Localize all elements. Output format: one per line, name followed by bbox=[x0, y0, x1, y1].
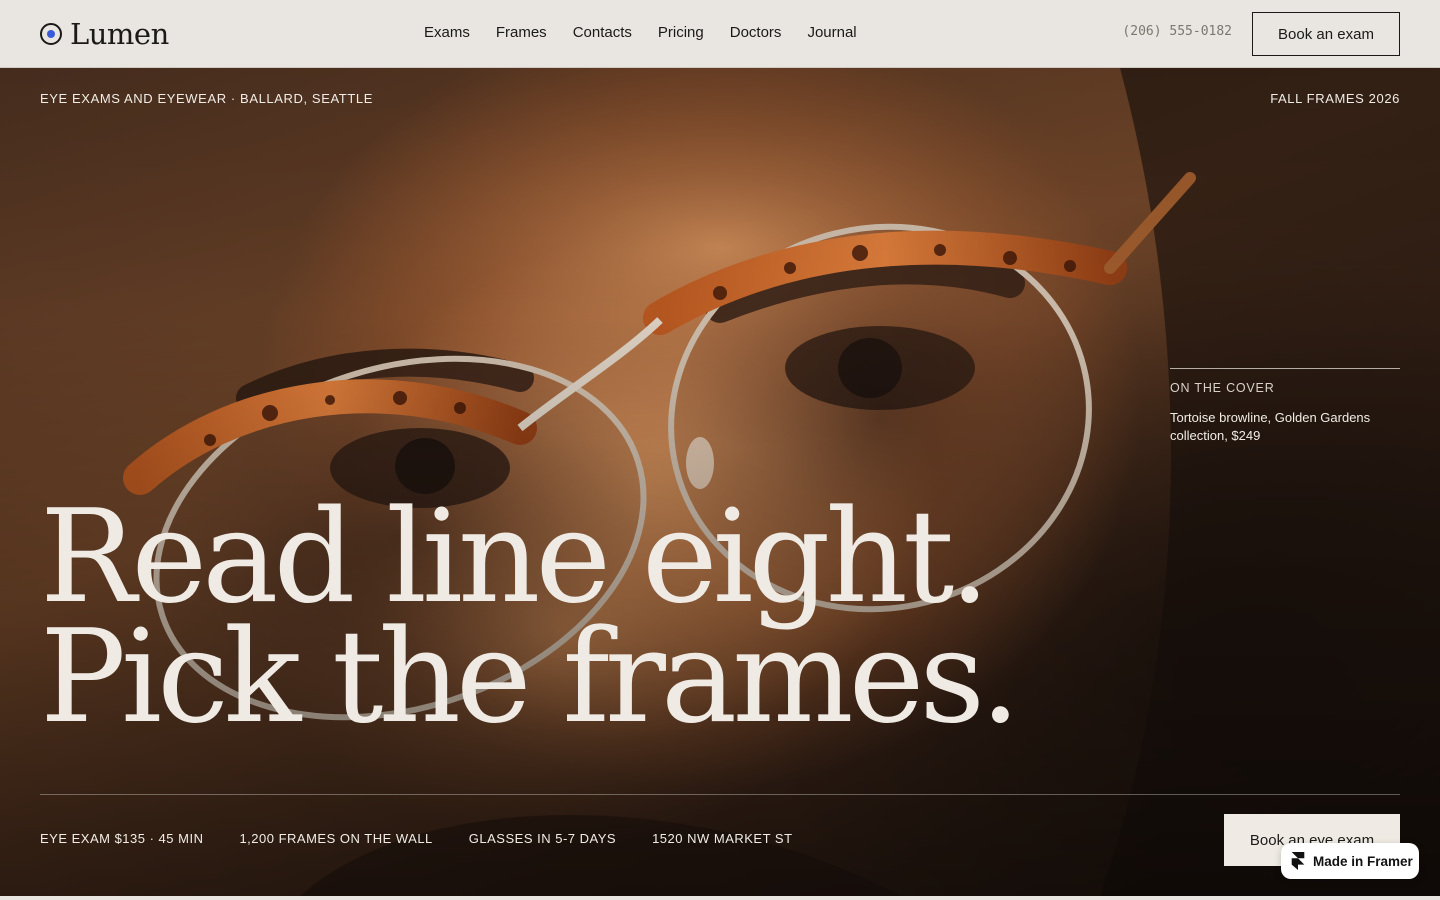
nav-item-doctors[interactable]: Doctors bbox=[730, 22, 782, 44]
headline-line-1: Read line eight. bbox=[40, 483, 990, 632]
main-nav: Exams Frames Contacts Pricing Doctors Jo… bbox=[424, 22, 857, 44]
hero-eyebrow-location: Eye exams and eyewear · Ballard, Seattle bbox=[40, 91, 373, 106]
logo[interactable]: Lumen bbox=[40, 16, 169, 52]
hero-facts: Eye exam $135 · 45 min 1,200 frames on t… bbox=[40, 831, 793, 846]
hero-overlay bbox=[0, 68, 1440, 896]
eye-circle-icon bbox=[40, 23, 62, 45]
fact-frames-count: 1,200 frames on the wall bbox=[239, 831, 433, 846]
cover-description: Tortoise browline, Golden Gardens collec… bbox=[1170, 410, 1371, 443]
headline-line-2: Pick the frames. bbox=[40, 603, 1021, 752]
fact-turnaround: Glasses in 5-7 days bbox=[468, 831, 617, 846]
fact-exam-price: Eye exam $135 · 45 min bbox=[40, 831, 204, 846]
hero-section: Eye exams and eyewear · Ballard, Seattle… bbox=[0, 68, 1440, 896]
fact-address: 1520 NW Market St bbox=[652, 831, 793, 846]
phone-link[interactable]: (206) 555-0182 bbox=[1122, 24, 1232, 39]
site-header: Lumen Exams Frames Contacts Pricing Doct… bbox=[0, 0, 1440, 68]
nav-item-frames[interactable]: Frames bbox=[496, 22, 547, 44]
book-exam-button[interactable]: Book an exam bbox=[1252, 12, 1400, 56]
cover-kicker: On the cover bbox=[1170, 381, 1275, 395]
cover-note: On the cover Tortoise browline, Golden G… bbox=[1170, 368, 1400, 445]
brand-name: Lumen bbox=[70, 17, 169, 51]
nav-item-contacts[interactable]: Contacts bbox=[573, 22, 632, 44]
hero-headline: Read line eight. Pick the frames. bbox=[40, 483, 1021, 752]
framer-logo-icon bbox=[1291, 852, 1305, 870]
badge-label: Made in Framer bbox=[1313, 853, 1413, 869]
nav-item-journal[interactable]: Journal bbox=[807, 22, 856, 44]
made-in-framer-badge[interactable]: Made in Framer bbox=[1281, 843, 1419, 879]
hero-divider bbox=[40, 794, 1400, 795]
nav-item-pricing[interactable]: Pricing bbox=[658, 22, 704, 44]
hero-eyebrow-season: Fall frames 2026 bbox=[1270, 91, 1400, 106]
nav-item-exams[interactable]: Exams bbox=[424, 22, 470, 44]
